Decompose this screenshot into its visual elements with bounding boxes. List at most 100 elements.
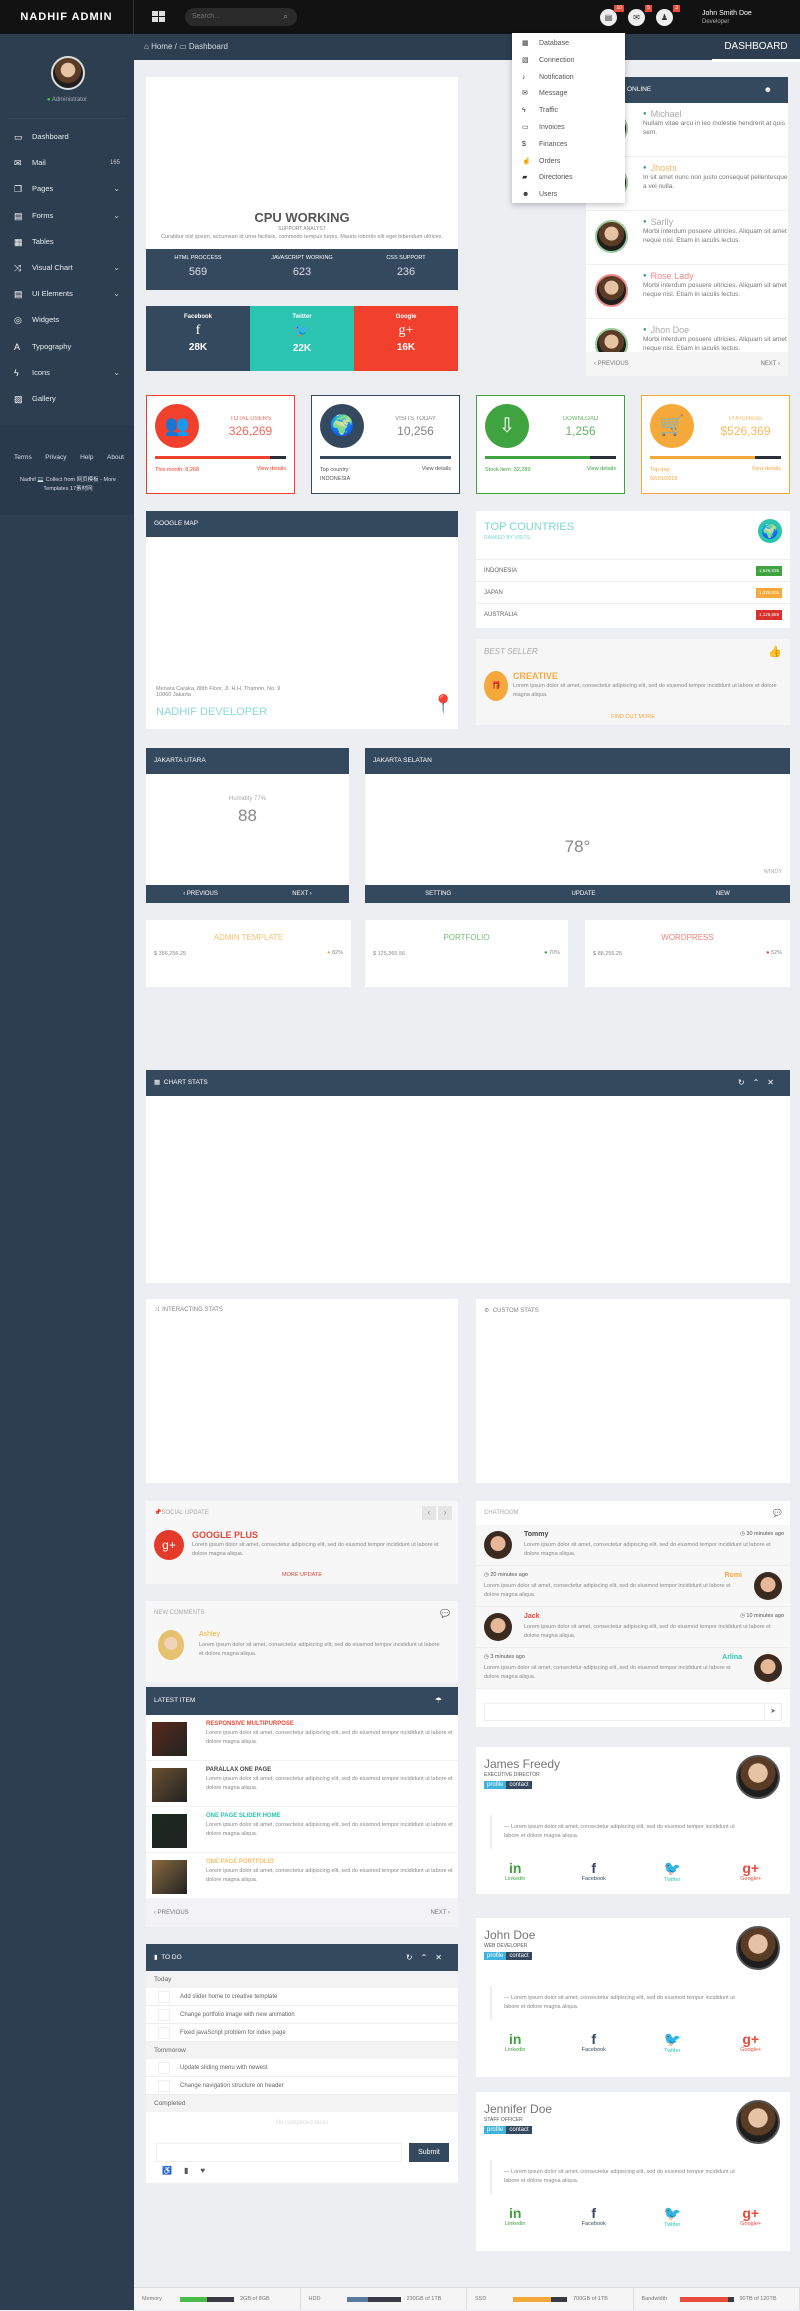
heart-icon[interactable]: ♥ [200,2166,217,2175]
file-icon[interactable]: ▮ [184,2166,200,2175]
user-avatar[interactable] [595,220,628,253]
profile-tag[interactable]: profile [484,2126,506,2134]
breadcrumb-home[interactable]: Home [151,42,172,51]
dropdown-item-users[interactable]: ☻Users [512,187,625,204]
weather-next-button[interactable]: NEXT › [292,885,312,903]
user-name[interactable]: John Smith Doe [702,10,752,17]
refresh-icon[interactable]: ↻ [406,1953,421,1962]
social-link-facebook[interactable]: fFacebook [564,2031,624,2054]
collapse-icon[interactable]: ⌃ [753,1078,768,1087]
sidebar-item-gallery[interactable]: ▨Gallery [0,386,134,412]
latest-item[interactable]: PARALLAX ONE PAGELorem ipsum dolor sit a… [146,1761,458,1807]
todo-input[interactable] [156,2143,402,2162]
logo[interactable]: NADHIF ADMIN [0,0,134,34]
chat-input[interactable] [484,1703,782,1721]
send-icon[interactable]: ➤ [764,1704,781,1720]
social-twitter-tile[interactable]: Twitter🐦22K [250,306,354,371]
map-canvas[interactable] [146,537,458,677]
social-link-linkedin[interactable]: inLinkedin [485,2205,545,2228]
sidebar-item-widgets[interactable]: ◎Widgets [0,307,134,333]
new-button[interactable]: NEW [716,885,730,903]
setting-button[interactable]: SETTING [425,885,451,903]
weather-prev-button[interactable]: ‹ PREVIOUS [183,885,218,903]
social-google-tile[interactable]: Googleg+16K [354,306,458,371]
footer-link-help[interactable]: Help [80,454,93,461]
social-link-twitter[interactable]: 🐦Twitter [642,1860,702,1883]
search-icon[interactable]: ⌕ [283,11,288,22]
refresh-icon[interactable]: ↻ [738,1078,753,1087]
breadcrumb-current[interactable]: Dashboard [189,42,228,51]
contact-tag[interactable]: contact [506,1781,531,1789]
map-pin-icon[interactable]: 📍 [432,694,454,715]
dropdown-item-traffic[interactable]: ϟTraffic [512,103,625,120]
social-link-linkedin[interactable]: inLinkedin [485,2031,545,2054]
update-button[interactable]: UPDATE [572,885,596,903]
find-out-more-link[interactable]: FIND OUT MORE [476,714,790,720]
accessibility-icon[interactable]: ♿ [162,2166,184,2175]
close-icon[interactable]: ✕ [435,1953,450,1962]
latest-prev-button[interactable]: ‹ PREVIOUS [154,1899,189,1927]
profile-tag[interactable]: profile [484,1781,506,1789]
latest-item[interactable]: ONE PAGE PORTFOLIOLorem ipsum dolor sit … [146,1853,458,1899]
inbox-icon[interactable]: ▤10 [600,9,617,26]
latest-next-button[interactable]: NEXT › [430,1899,450,1927]
todo-checkbox[interactable] [158,2062,170,2074]
more-update-link[interactable]: MORE UPDATE [146,1572,458,1578]
social-link-google-plus[interactable]: g+Google+ [721,2205,781,2228]
latest-item[interactable]: ONE PAGE SLIDER HOMELorem ipsum dolor si… [146,1807,458,1853]
sidebar-item-visual-chart[interactable]: ⤨Visual Chart⌄ [0,255,134,281]
online-user-name[interactable]: Michael [643,109,788,119]
sidebar-item-icons[interactable]: ϟIcons⌄ [0,360,134,386]
todo-checkbox[interactable] [158,2009,170,2021]
sidebar-item-pages[interactable]: ❐Pages⌄ [0,176,134,202]
todo-checkbox[interactable] [158,1991,170,2003]
sidebar-avatar[interactable] [51,56,85,90]
mail-icon[interactable]: ✉5 [628,9,645,26]
online-next-button[interactable]: NEXT › [760,352,780,376]
social-link-google-plus[interactable]: g+Google+ [721,2031,781,2054]
footer-link-about[interactable]: About [107,454,124,461]
online-prev-button[interactable]: ‹ PREVIOUS [594,352,629,376]
view-details-link[interactable]: View details [752,466,781,472]
dropdown-item-message[interactable]: ✉Message [512,86,625,103]
user-avatar[interactable] [595,274,628,307]
social-link-twitter[interactable]: 🐦Twitter [642,2205,702,2228]
footer-link-terms[interactable]: Terms [14,454,32,461]
grid-menu-icon[interactable] [152,11,165,22]
sidebar-item-mail[interactable]: ✉Mail165 [0,150,134,176]
sidebar-item-ui-elements[interactable]: ▤UI Elements⌄ [0,281,134,307]
social-link-twitter[interactable]: 🐦Twitter [642,2031,702,2054]
sidebar-item-forms[interactable]: ▤Forms⌄ [0,203,134,229]
search-input[interactable] [185,8,297,26]
dropdown-item-connection[interactable]: ▧Connection [512,53,625,70]
contact-tag[interactable]: contact [506,1952,531,1960]
online-user-name[interactable]: Jhon Doe [643,325,788,335]
social-link-facebook[interactable]: fFacebook [564,2205,624,2228]
sidebar-item-dashboard[interactable]: ▭Dashboard [0,124,134,150]
dropdown-item-notification[interactable]: ♪Notification [512,70,625,87]
latest-item[interactable]: RESPONSIVE MULTIPURPOSELorem ipsum dolor… [146,1715,458,1761]
dropdown-item-orders[interactable]: ☝Orders [512,154,625,171]
online-user-name[interactable]: Sarlly [643,217,788,227]
todo-checkbox[interactable] [158,2027,170,2039]
dropdown-item-invoices[interactable]: ▭Invoices [512,120,625,137]
social-facebook-tile[interactable]: Facebookf28K [146,306,250,371]
credit-text[interactable]: Nadhif 💻 Collect from 网页模板 - More Templa… [12,476,124,494]
todo-checkbox[interactable] [158,2080,170,2092]
social-link-facebook[interactable]: fFacebook [564,1860,624,1883]
next-arrow-button[interactable]: › [438,1506,452,1520]
submit-button[interactable]: Submit [409,2143,449,2162]
user-icon[interactable]: ♟3 [656,9,673,26]
view-details-link[interactable]: View details [587,466,616,472]
sidebar-item-typography[interactable]: ATypography [0,334,134,360]
collapse-icon[interactable]: ⌃ [421,1953,436,1962]
online-user-name[interactable]: Rose Lady [643,271,788,281]
social-link-google-plus[interactable]: g+Google+ [721,1860,781,1883]
online-user-name[interactable]: Jhoshi [643,163,788,173]
view-details-link[interactable]: View details [422,466,451,472]
contact-tag[interactable]: contact [506,2126,531,2134]
footer-link-privacy[interactable]: Privacy [45,454,66,461]
social-link-linkedin[interactable]: inLinkedin [485,1860,545,1883]
prev-arrow-button[interactable]: ‹ [422,1506,436,1520]
sidebar-item-tables[interactable]: ▦Tables [0,229,134,255]
